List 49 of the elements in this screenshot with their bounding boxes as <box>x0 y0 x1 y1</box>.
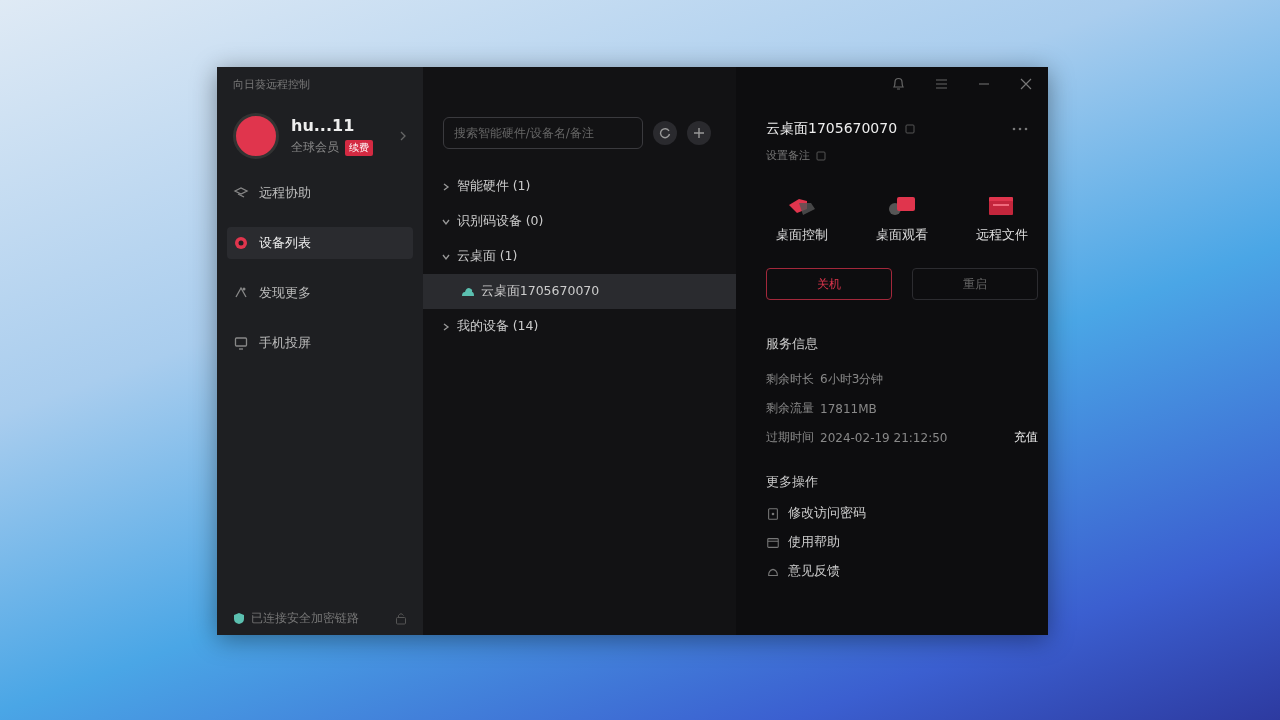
section-title: 服务信息 <box>766 336 819 353</box>
nav-item[interactable]: 手机投屏 <box>227 327 413 359</box>
add-button[interactable] <box>686 121 711 145</box>
connection-status: 已连接安全加密链路 <box>251 610 360 627</box>
target-icon <box>233 235 249 251</box>
action-button[interactable]: 桌面观看 <box>876 191 928 244</box>
nav-item[interactable]: 发现更多 <box>227 277 413 309</box>
tree-item[interactable]: 智能硬件 (1) <box>422 169 736 204</box>
menu-item[interactable]: 修改访问密码 <box>766 499 1038 528</box>
shield-icon <box>233 612 245 625</box>
renew-badge[interactable]: 续费 <box>345 139 373 156</box>
info-value: 6小时3分钟 <box>820 371 884 388</box>
nav-item[interactable]: 设备列表 <box>227 227 413 259</box>
note-label[interactable]: 设置备注 <box>766 148 810 163</box>
refresh-icon <box>658 127 671 139</box>
tree-item[interactable]: 云桌面 (1) <box>422 239 736 274</box>
shutdown-button[interactable]: 关机 <box>766 268 892 300</box>
search-field[interactable]: 搜索智能硬件/设备名/备注 <box>442 117 643 149</box>
nav-item[interactable]: 远程协助 <box>227 177 413 209</box>
monitor-icon <box>233 335 249 351</box>
info-value: 2024-02-19 21:12:50 <box>820 430 948 445</box>
tree-item[interactable]: 云桌面1705670070 <box>422 274 736 309</box>
info-value: 17811MB <box>820 401 877 416</box>
action-button[interactable]: 远程文件 <box>976 191 1028 244</box>
plus-icon <box>692 127 705 139</box>
info-label: 剩余流量 <box>766 400 814 417</box>
section-title: 更多操作 <box>766 474 819 491</box>
chevron-icon[interactable] <box>398 130 407 142</box>
window-icon <box>766 535 780 550</box>
recharge-link[interactable]: 充值 <box>1014 429 1038 446</box>
menu-item[interactable]: 使用帮助 <box>766 528 1038 557</box>
membership-label: 全球会员 <box>291 139 339 156</box>
info-label: 剩余时长 <box>766 371 814 388</box>
tree-item[interactable]: 我的设备 (14) <box>422 309 736 344</box>
info-label: 过期时间 <box>766 429 814 446</box>
restart-button[interactable]: 重启 <box>912 268 1038 300</box>
action-button[interactable]: 桌面控制 <box>776 191 828 244</box>
device-name: 云桌面1705670070 <box>766 120 898 138</box>
document-icon <box>766 506 780 521</box>
menu-item[interactable]: 意见反馈 <box>766 557 1038 586</box>
tree-item[interactable]: 识别码设备 (0) <box>422 204 736 239</box>
more-icon[interactable] <box>1012 127 1028 131</box>
avatar[interactable] <box>233 113 279 159</box>
lock-icon[interactable] <box>394 612 407 625</box>
bell-icon[interactable] <box>892 76 905 91</box>
user-name: hu...11 <box>291 116 356 135</box>
close-icon[interactable] <box>1020 77 1032 90</box>
window-title: 向日葵远程控制 <box>232 77 311 93</box>
refresh-button[interactable] <box>652 121 677 145</box>
